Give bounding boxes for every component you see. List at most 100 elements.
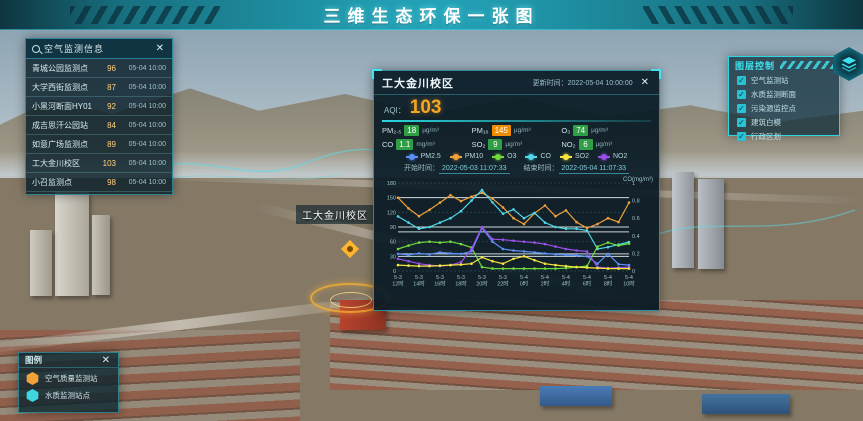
layer-control-panel: 图层控制 ✓ 空气监测站 ✓ 水质监测断面 ✓ 污染源监控点 ✓ 建筑白模 ✓ <box>728 56 840 136</box>
legend-label: CO <box>540 153 551 160</box>
close-icon[interactable]: ✕ <box>154 43 166 54</box>
app-header: 三维生态环保一张图 <box>0 0 863 30</box>
legend-marker-icon <box>406 156 418 158</box>
chart-legend-item[interactable]: NO2 <box>598 153 627 160</box>
svg-text:30: 30 <box>390 254 396 260</box>
legend-item: 水质监测站点 <box>19 385 118 402</box>
station-update-time: 05-04 10:00 <box>120 103 166 110</box>
map-building[interactable] <box>30 230 52 296</box>
station-update-time: 05-04 10:00 <box>120 84 166 91</box>
svg-text:1: 1 <box>632 181 635 187</box>
checkbox-checked-icon[interactable]: ✓ <box>737 76 746 85</box>
header-decoration-right <box>643 6 793 24</box>
legend-label: PM2.5 <box>421 153 441 160</box>
pollutant-grid: PM₂.₅ 18 µg/m³ PM₁₀ 145 µg/m³ O₃ 74 µg/m… <box>374 125 659 150</box>
end-time-input[interactable]: 2022-05-04 11:07:33 <box>559 165 629 174</box>
svg-text:180: 180 <box>387 181 396 187</box>
aqi-label: AQI： <box>384 105 406 116</box>
checkbox-checked-icon[interactable]: ✓ <box>737 118 746 127</box>
station-name: 成吉思汗公园站 <box>32 120 92 131</box>
station-update-time: 05-04 10:00 <box>120 160 166 167</box>
layer-item[interactable]: ✓ 建筑白模 <box>729 115 839 129</box>
checkbox-checked-icon[interactable]: ✓ <box>737 104 746 113</box>
pollutant-item: NO₂ 6 µg/m³ <box>561 139 651 150</box>
chart-legend-item[interactable]: SO2 <box>560 153 589 160</box>
station-row[interactable]: 小黑河断面HY01 92 05-04 10:00 <box>26 97 172 116</box>
aqi-row: AQI： 103 <box>374 95 659 119</box>
station-row[interactable]: 工大金川校区 103 05-04 10:00 <box>26 154 172 173</box>
chart-legend-item[interactable]: PM2.5 <box>406 153 441 160</box>
legend-item: 空气质量监测站 <box>19 368 118 385</box>
station-row[interactable]: 成吉思汗公园站 84 05-04 10:00 <box>26 116 172 135</box>
svg-text:150: 150 <box>387 196 396 202</box>
map-building[interactable] <box>92 215 110 295</box>
map-3d-buildings-redroofs[interactable] <box>330 300 863 390</box>
station-update-time: 05-04 10:00 <box>120 179 166 186</box>
map-building-tower-white[interactable] <box>55 192 89 296</box>
layer-label: 空气监测站 <box>751 75 789 86</box>
pollutant-label: SO₂ <box>472 140 486 149</box>
pollutant-item: PM₁₀ 145 µg/m³ <box>472 125 562 136</box>
layer-item[interactable]: ✓ 污染源监控点 <box>729 101 839 115</box>
pollutant-value-badge: 18 <box>404 125 419 136</box>
chart-legend-item[interactable]: CO <box>525 153 551 160</box>
svg-text:5-320时: 5-320时 <box>476 275 488 288</box>
station-row[interactable]: 如意广场监测点 89 05-04 10:00 <box>26 135 172 154</box>
layer-item[interactable]: ✓ 行政区划 <box>729 129 839 143</box>
svg-text:5-318时: 5-318时 <box>455 275 467 288</box>
pollutant-value-badge: 9 <box>488 139 502 150</box>
close-icon[interactable]: ✕ <box>100 355 112 366</box>
popup-header: 工大金川校区 更新时间：2022-05-04 10:00:00 ✕ <box>374 71 659 95</box>
start-time-label: 开始时间： <box>404 165 439 172</box>
station-aqi-value: 92 <box>96 102 116 111</box>
svg-text:5-46时: 5-46时 <box>583 275 592 288</box>
station-row[interactable]: 小召监测点 98 05-04 10:00 <box>26 173 172 192</box>
svg-text:0.2: 0.2 <box>632 251 640 257</box>
layer-panel-title: 图层控制 <box>735 59 775 72</box>
checkbox-checked-icon[interactable]: ✓ <box>737 132 746 141</box>
start-time-input[interactable]: 2022-05-03 11:07:33 <box>439 165 509 174</box>
layer-label: 水质监测断面 <box>751 89 796 100</box>
chart-legend-item[interactable]: PM10 <box>450 153 483 160</box>
legend-item-label: 空气质量监测站 <box>45 373 98 384</box>
end-time-label: 结束时间： <box>524 165 559 172</box>
map-building-blueroof[interactable] <box>702 394 790 414</box>
map-building-blueroof[interactable] <box>540 386 612 406</box>
update-time-label: 更新时间： <box>533 80 568 87</box>
search-icon[interactable] <box>32 45 40 53</box>
station-update-time: 05-04 10:00 <box>120 65 166 72</box>
station-list: 青城公园监测点 96 05-04 10:00 大学西街监测点 87 05-04 … <box>26 59 172 192</box>
pollutant-unit: mg/m³ <box>416 141 434 148</box>
svg-text:60: 60 <box>390 240 396 246</box>
station-aqi-value: 96 <box>96 64 116 73</box>
layer-item[interactable]: ✓ 水质监测断面 <box>729 87 839 101</box>
layer-label: 污染源监控点 <box>751 103 796 114</box>
chart-legend-item[interactable]: O3 <box>492 153 516 160</box>
station-row[interactable]: 青城公园监测点 96 05-04 10:00 <box>26 59 172 78</box>
start-time-field: 开始时间：2022-05-03 11:07:33 <box>404 163 509 173</box>
pollutant-label: PM₂.₅ <box>382 126 401 135</box>
layer-label: 行政区划 <box>751 131 781 142</box>
map-building-highrise[interactable] <box>698 179 724 269</box>
legend-marker-icon <box>450 156 462 158</box>
station-type-hexagon-icon <box>26 372 39 385</box>
close-icon[interactable]: ✕ <box>639 77 651 88</box>
app-stage: 三维生态环保一张图 工大金川校区 空气监测信息 ✕ 青城公园监测点 96 05-… <box>0 0 863 421</box>
map-building-highrise[interactable] <box>672 172 694 268</box>
station-update-time: 05-04 10:00 <box>120 122 166 129</box>
svg-text:0.4: 0.4 <box>632 234 640 240</box>
svg-text:5-322时: 5-322时 <box>497 275 509 288</box>
station-row[interactable]: 大学西街监测点 87 05-04 10:00 <box>26 78 172 97</box>
map-station-label[interactable]: 工大金川校区 <box>296 205 374 224</box>
station-type-hexagon-icon <box>26 389 39 402</box>
checkbox-checked-icon[interactable]: ✓ <box>737 90 746 99</box>
legend-marker-icon <box>598 156 610 158</box>
station-name: 小黑河断面HY01 <box>32 101 92 112</box>
svg-text:5-312时: 5-312时 <box>392 275 404 288</box>
station-panel-title: 空气监测信息 <box>44 42 150 55</box>
layer-item[interactable]: ✓ 空气监测站 <box>729 73 839 87</box>
pollutant-trend-chart[interactable]: CO(mg/m³)030609012015018000.20.40.60.815… <box>374 175 659 296</box>
popup-corner-decoration <box>372 69 382 79</box>
pollutant-unit: µg/m³ <box>505 141 522 148</box>
legend-marker-icon <box>560 156 572 158</box>
